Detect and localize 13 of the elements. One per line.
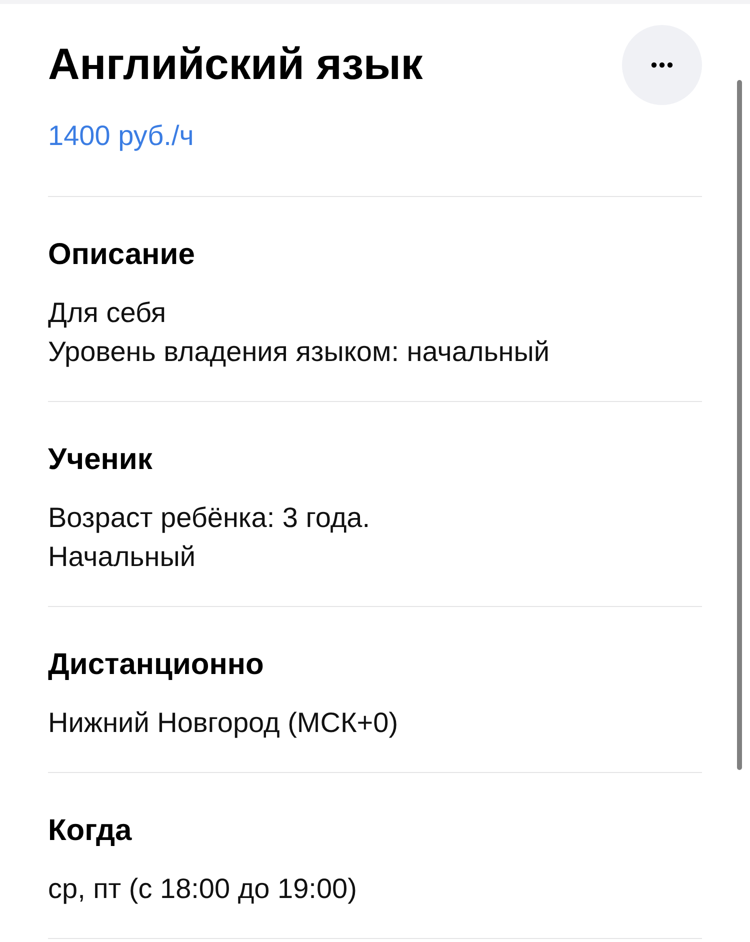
section-heading: Ученик bbox=[48, 442, 154, 478]
section-heading: Дистанционно bbox=[48, 647, 265, 683]
section-heading: Описание bbox=[48, 237, 196, 273]
section-text: Возраст ребёнка: 3 года. bbox=[48, 501, 372, 535]
section-text: Начальный bbox=[48, 540, 196, 574]
section-text: Нижний Новгород (МСК+0) bbox=[48, 706, 400, 740]
page-title: Английский язык bbox=[48, 40, 423, 90]
section-text: Для себя bbox=[48, 296, 168, 330]
ellipsis-icon bbox=[651, 62, 673, 68]
section-text: ср, пт (с 18:00 до 19:00) bbox=[48, 872, 358, 906]
section-text: Уровень владения языком: начальный bbox=[48, 335, 551, 369]
price-text: 1400 руб./ч bbox=[48, 119, 195, 153]
section-heading: Когда bbox=[48, 813, 133, 849]
